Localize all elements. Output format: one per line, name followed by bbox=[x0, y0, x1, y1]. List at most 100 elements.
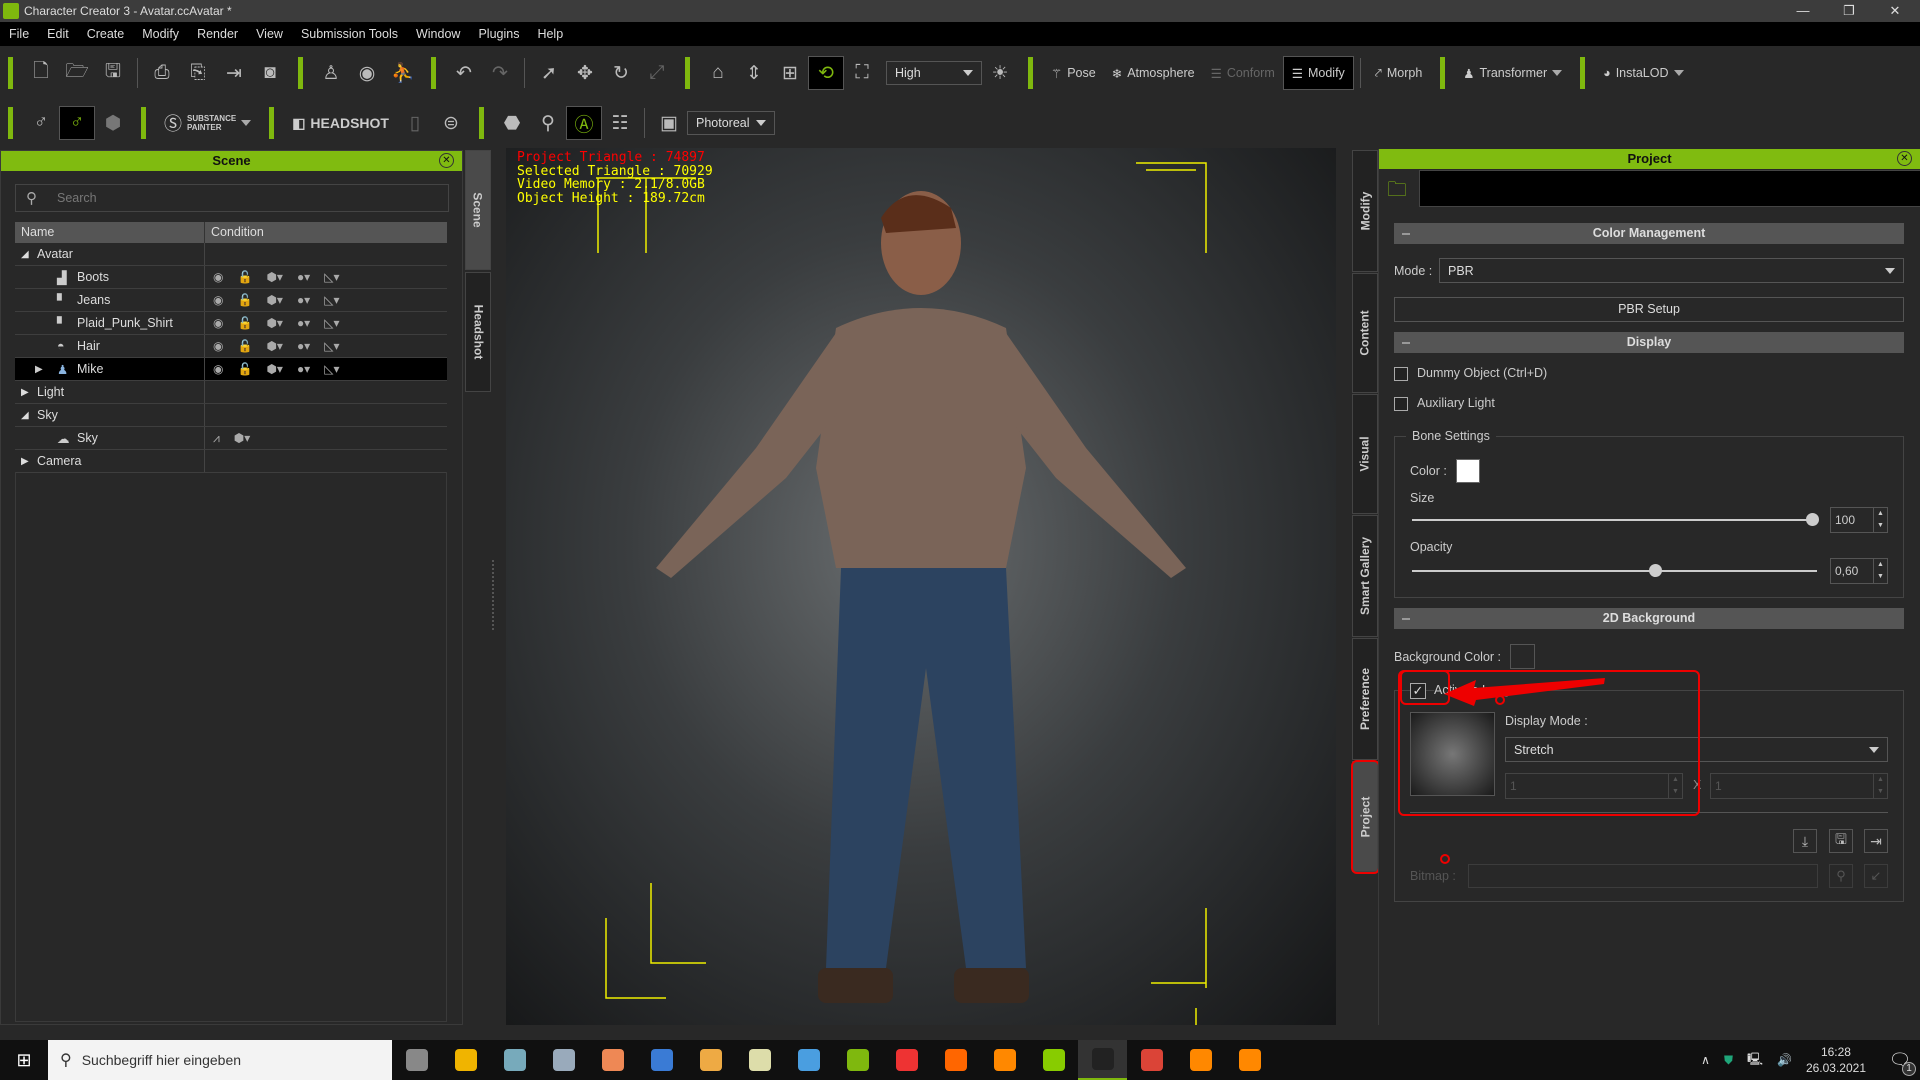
taskbar-app-icon[interactable] bbox=[1078, 1040, 1127, 1080]
taskbar-app-icon[interactable] bbox=[539, 1040, 588, 1080]
minimize-button[interactable]: — bbox=[1780, 0, 1826, 22]
column-condition[interactable]: Condition bbox=[205, 222, 264, 243]
undo-icon[interactable]: ↶ bbox=[446, 56, 482, 90]
spin-arrows-icon[interactable]: ▲ ▼ bbox=[1873, 774, 1887, 798]
save-image-icon[interactable]: 🖫 bbox=[1829, 829, 1853, 853]
taskbar-app-icon[interactable] bbox=[784, 1040, 833, 1080]
taskbar-app-icon[interactable] bbox=[735, 1040, 784, 1080]
browse-bitmap-icon[interactable]: ⚲ bbox=[1829, 864, 1853, 888]
clear-bitmap-icon[interactable]: ↙ bbox=[1864, 864, 1888, 888]
expand-icon[interactable]: ▶ bbox=[21, 456, 37, 467]
new-file-icon[interactable]: 🗋 bbox=[23, 56, 59, 90]
splitter-handle[interactable] bbox=[492, 560, 494, 630]
hidden-eye-icon[interactable]: ⩘ bbox=[213, 431, 220, 446]
tab-content[interactable]: Content bbox=[1352, 273, 1378, 393]
spin-arrows-icon[interactable]: ▲ ▼ bbox=[1873, 559, 1887, 583]
menu-create[interactable]: Create bbox=[78, 27, 134, 41]
close-button[interactable]: ✕ bbox=[1872, 0, 1918, 22]
inspect-icon[interactable]: ⚲ bbox=[530, 106, 566, 140]
headshot-button[interactable]: ◧ HEADSHOT bbox=[284, 106, 397, 140]
project-folder-settings-icon[interactable]: 🗀 bbox=[1387, 175, 1407, 209]
spin-arrows-icon[interactable]: ▲ ▼ bbox=[1873, 508, 1887, 532]
column-name[interactable]: Name bbox=[15, 222, 205, 243]
2d-background-header[interactable]: 2D Background bbox=[1394, 608, 1904, 629]
tile-y-input[interactable]: 1 ▲ ▼ bbox=[1710, 773, 1888, 799]
send-object-icon[interactable]: ◉ bbox=[349, 56, 385, 90]
modify-button[interactable]: ☰ Modify bbox=[1282, 56, 1354, 90]
unlock-icon[interactable]: 🔓 bbox=[237, 339, 252, 353]
background-color-swatch[interactable] bbox=[1510, 644, 1535, 669]
instalod-button[interactable]: ◕ InstaLOD bbox=[1595, 56, 1691, 90]
bone-icon[interactable]: ♂ bbox=[23, 106, 59, 140]
tab-smart-gallery[interactable]: Smart Gallery bbox=[1352, 515, 1378, 637]
settings-sliders-icon[interactable]: ☷ bbox=[602, 106, 638, 140]
quality-dropdown[interactable]: High bbox=[886, 61, 982, 85]
bone-edit-icon[interactable]: ♂ bbox=[59, 106, 95, 140]
auxiliary-light-checkbox[interactable] bbox=[1394, 397, 1408, 411]
display-header[interactable]: Display bbox=[1394, 332, 1904, 353]
bitmap-path-input[interactable] bbox=[1468, 864, 1818, 888]
tab-scene[interactable]: Scene bbox=[465, 150, 491, 270]
cube-icon[interactable]: ⬢▾ bbox=[266, 293, 283, 307]
import-ic-icon[interactable]: ⎘ bbox=[180, 56, 216, 90]
material-icon[interactable]: ⬣ bbox=[494, 106, 530, 140]
menu-plugins[interactable]: Plugins bbox=[469, 27, 528, 41]
auto-icon[interactable]: Ⓐ bbox=[565, 106, 602, 140]
shape-icon[interactable]: ◺▾ bbox=[324, 339, 339, 353]
network-icon[interactable]: 🖳 bbox=[1747, 1050, 1763, 1071]
volume-icon[interactable]: 🔊 bbox=[1777, 1053, 1792, 1067]
taskbar-app-icon[interactable] bbox=[1029, 1040, 1078, 1080]
taskbar-app-icon[interactable] bbox=[1176, 1040, 1225, 1080]
tab-headshot[interactable]: Headshot bbox=[465, 272, 491, 392]
security-shield-icon[interactable]: ⛊ bbox=[1724, 1053, 1733, 1068]
menu-submission-tools[interactable]: Submission Tools bbox=[292, 27, 407, 41]
home-camera-icon[interactable]: ⌂ bbox=[700, 56, 736, 90]
shape-icon[interactable]: ◺▾ bbox=[324, 293, 339, 307]
scene-row[interactable]: ▶ Light bbox=[15, 381, 447, 404]
scene-row[interactable]: ▶ Camera bbox=[15, 450, 447, 473]
cube-icon[interactable]: ⬢▾ bbox=[266, 362, 283, 376]
taskbar-search-input[interactable]: ⚲ Suchbegriff hier eingeben bbox=[48, 1040, 392, 1080]
send-character-icon[interactable]: ♙ bbox=[313, 56, 349, 90]
conform-button[interactable]: ☰ Conform bbox=[1203, 56, 1283, 90]
move-icon[interactable]: ✥ bbox=[567, 56, 603, 90]
pbr-setup-button[interactable]: PBR Setup bbox=[1394, 297, 1904, 322]
close-panel-icon[interactable]: ✕ bbox=[439, 153, 454, 168]
scale-icon[interactable]: ⤢ bbox=[639, 56, 675, 90]
taskbar-app-icon[interactable] bbox=[980, 1040, 1029, 1080]
scene-row[interactable]: ◢ Sky bbox=[15, 404, 447, 427]
menu-window[interactable]: Window bbox=[407, 27, 469, 41]
menu-view[interactable]: View bbox=[247, 27, 292, 41]
orbit-icon[interactable]: ⟲ bbox=[808, 56, 844, 90]
calendar-icon[interactable]: ▣ bbox=[651, 106, 687, 140]
taskbar-app-icon[interactable] bbox=[1127, 1040, 1176, 1080]
open-folder-icon[interactable]: 🗁 bbox=[59, 56, 95, 90]
opacity-input[interactable]: 0,60 ▲ ▼ bbox=[1830, 558, 1888, 584]
export-image-icon[interactable]: ⇥ bbox=[1864, 829, 1888, 853]
taskbar-app-icon[interactable] bbox=[833, 1040, 882, 1080]
windows-start-icon[interactable]: ⊞ bbox=[0, 1040, 48, 1080]
unlock-icon[interactable]: 🔓 bbox=[237, 362, 252, 376]
expand-icon[interactable]: ◢ bbox=[21, 410, 37, 421]
taskbar-app-icon[interactable] bbox=[686, 1040, 735, 1080]
visibility-eye-icon[interactable]: ◉ bbox=[213, 270, 223, 284]
cube-icon[interactable]: ⬢▾ bbox=[234, 431, 251, 446]
fit-vertical-icon[interactable]: ⇕ bbox=[736, 56, 772, 90]
unlock-icon[interactable]: 🔓 bbox=[237, 270, 252, 284]
scene-row[interactable]: ▶ ♟ Mike ◉ 🔓 ⬢▾ ●▾ ◺▾ bbox=[15, 358, 447, 381]
mode-dropdown[interactable]: PBR bbox=[1439, 258, 1904, 283]
morph-button[interactable]: ⤤ Morph bbox=[1367, 56, 1430, 90]
sphere-icon[interactable]: ●▾ bbox=[297, 362, 310, 376]
size-input[interactable]: 100 ▲ ▼ bbox=[1830, 507, 1888, 533]
sphere-icon[interactable]: ●▾ bbox=[297, 293, 310, 307]
taskbar-app-icon[interactable] bbox=[1225, 1040, 1274, 1080]
atmosphere-button[interactable]: ❄ Atmosphere bbox=[1104, 56, 1203, 90]
menu-edit[interactable]: Edit bbox=[38, 27, 78, 41]
visibility-eye-icon[interactable]: ◉ bbox=[213, 339, 223, 353]
character-model[interactable] bbox=[506, 148, 1336, 1025]
3d-viewport[interactable]: Project Triangle : 74897 Selected Triang… bbox=[506, 148, 1336, 1025]
tab-visual[interactable]: Visual bbox=[1352, 394, 1378, 514]
redo-icon[interactable]: ↷ bbox=[482, 56, 518, 90]
fit-all-icon[interactable]: ⊞ bbox=[772, 56, 808, 90]
opacity-slider-handle[interactable] bbox=[1649, 564, 1662, 577]
